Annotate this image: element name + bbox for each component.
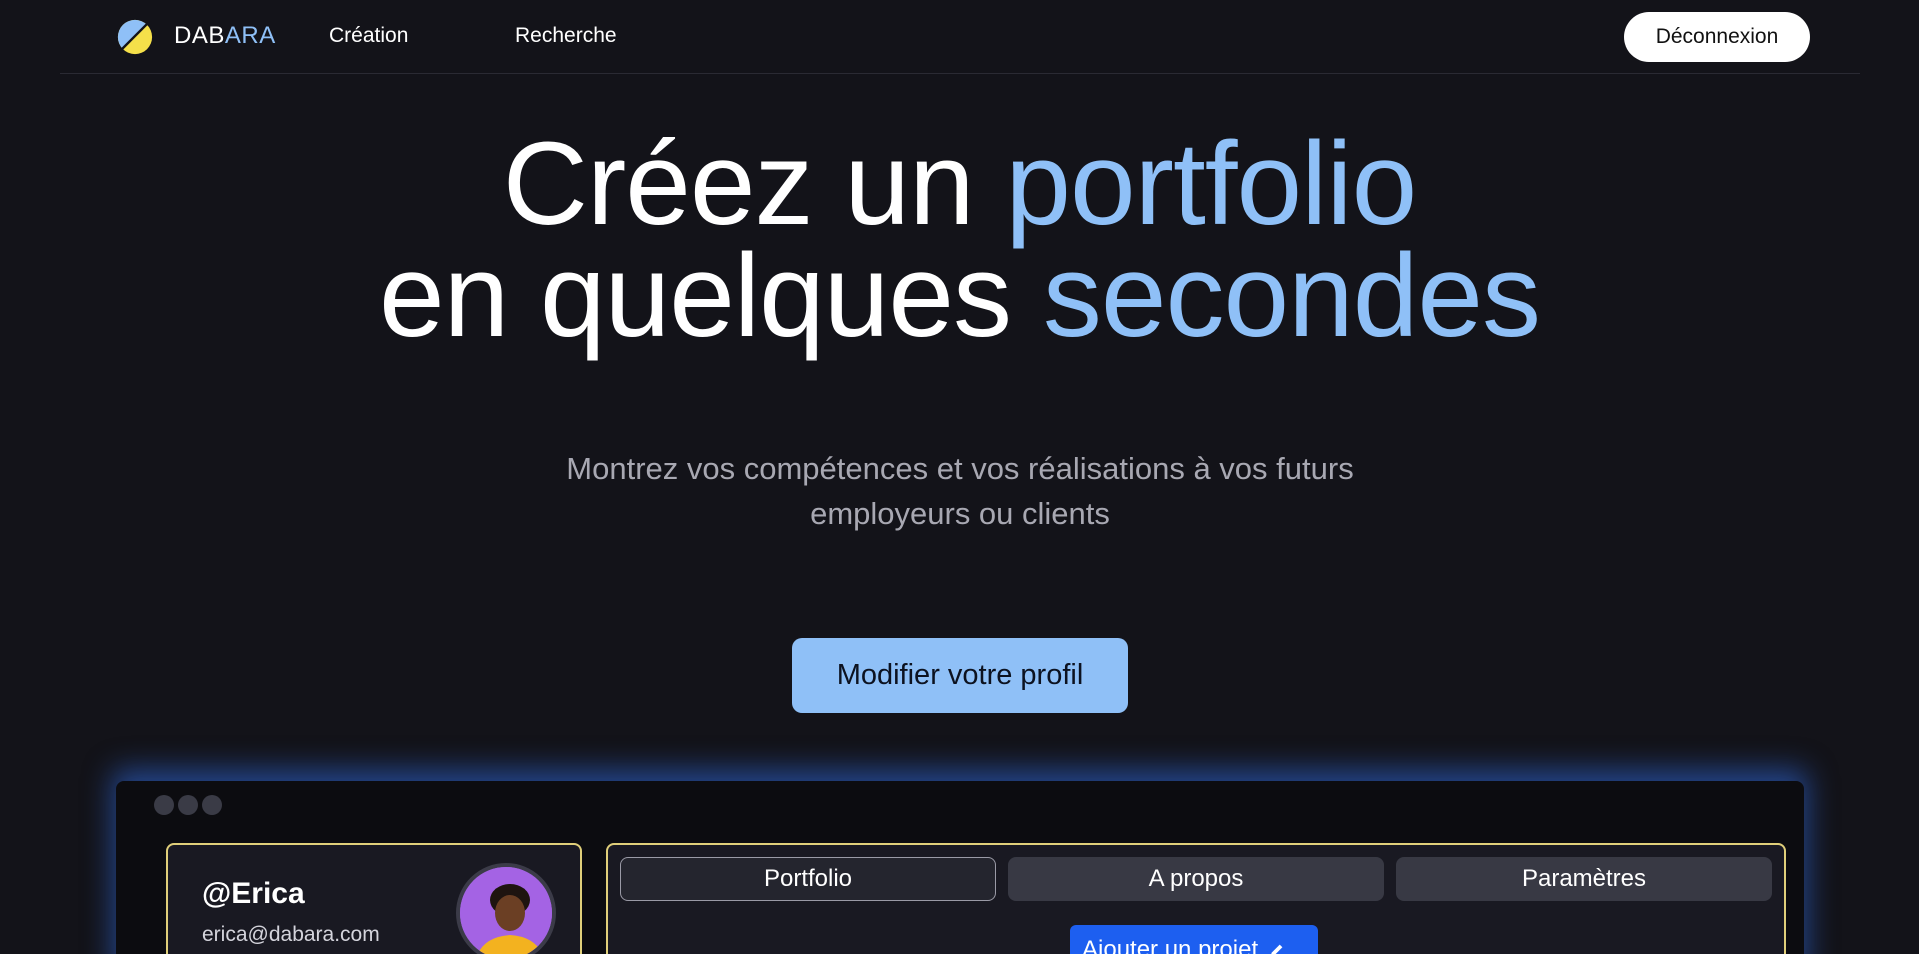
brand-part-1: DAB — [174, 22, 225, 49]
window-dot — [154, 795, 174, 815]
top-navbar: DABARA Création Recherche Déconnexion — [60, 0, 1860, 74]
brand-part-2: ARA — [224, 22, 276, 49]
hero-subtitle: Montrez vos compétences et vos réalisati… — [566, 451, 1354, 531]
tab-portfolio[interactable]: Portfolio — [620, 857, 996, 901]
tab-a-propos[interactable]: A propos — [1008, 857, 1384, 901]
window-dot — [202, 795, 222, 815]
pencil-icon — [1271, 944, 1283, 954]
edit-profile-button[interactable]: Modifier votre profil — [792, 638, 1128, 713]
brand-name[interactable]: DABARA — [174, 22, 276, 50]
window-dot — [178, 795, 198, 815]
portfolio-panel: Portfolio A propos Paramètres Ajouter un… — [606, 843, 1786, 954]
user-avatar — [456, 863, 556, 954]
app-preview-window: @Erica erica@dabara.com Portfolio A prop… — [116, 781, 1804, 954]
tab-parametres[interactable]: Paramètres — [1396, 857, 1772, 901]
nav-link-recherche[interactable]: Recherche — [515, 24, 617, 48]
add-project-label: Ajouter un projet — [1082, 936, 1259, 954]
logout-button[interactable]: Déconnexion — [1624, 12, 1810, 62]
hero-title-line-2: en quelques secondes — [0, 237, 1919, 355]
hero-title-accent-2: secondes — [1042, 230, 1541, 362]
profile-handle: @Erica — [202, 877, 305, 910]
nav-link-creation[interactable]: Création — [329, 24, 408, 48]
landing-page: DABARA Création Recherche Déconnexion Cr… — [0, 0, 1919, 954]
profile-email: erica@dabara.com — [202, 923, 380, 946]
hero-title-white-2: en quelques — [379, 230, 1012, 362]
add-project-button[interactable]: Ajouter un projet — [1070, 925, 1318, 954]
dabara-logo-icon[interactable] — [116, 18, 154, 56]
hero-title-line-1: Créez un portfolio — [0, 125, 1919, 243]
profile-card: @Erica erica@dabara.com — [166, 843, 582, 954]
avatar-illustration — [460, 867, 552, 954]
